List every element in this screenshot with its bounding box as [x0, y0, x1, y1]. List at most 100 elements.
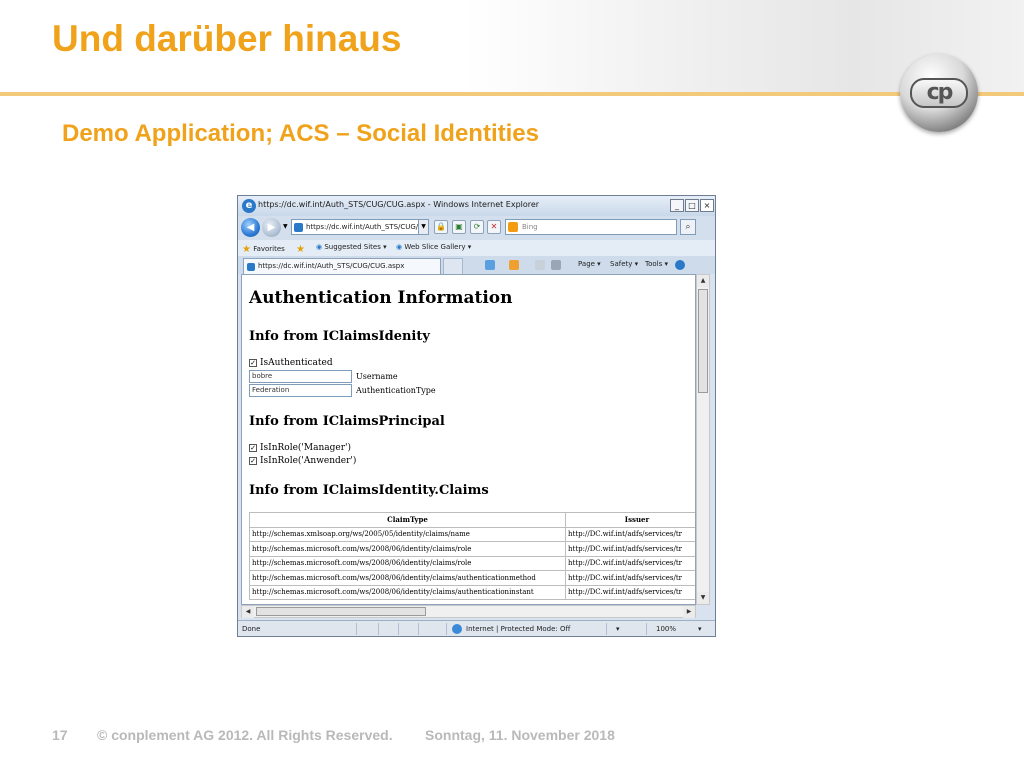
- back-button[interactable]: ◀: [241, 218, 260, 237]
- claimtype-cell: http://schemas.microsoft.com/ws/2008/06/…: [249, 541, 566, 557]
- address-text: https://dc.wif.int/Auth_STS/CUG/: [306, 223, 419, 231]
- claimtype-cell: http://schemas.microsoft.com/ws/2008/06/…: [249, 570, 566, 586]
- page-content: Authentication Information Info from ICl…: [241, 274, 696, 605]
- horizontal-scrollbar[interactable]: ◀ ▶: [241, 605, 696, 618]
- search-input[interactable]: Bing: [505, 219, 677, 235]
- role-anwender-row: ✓ IsInRole('Anwender'): [249, 456, 356, 466]
- zoom-dropdown-icon[interactable]: ▾: [698, 625, 702, 633]
- bing-logo-icon: [508, 222, 518, 232]
- role-manager-checkbox[interactable]: ✓: [249, 443, 257, 452]
- window-title: https://dc.wif.int/Auth_STS/CUG/CUG.aspx…: [258, 200, 540, 209]
- slide-subtitle: Demo Application; ACS – Social Identitie…: [62, 120, 539, 147]
- maximize-button[interactable]: □: [685, 199, 699, 212]
- favorites-item-suggested-sites[interactable]: ◉ Suggested Sites ▾: [316, 243, 387, 251]
- scroll-down-icon[interactable]: ▼: [697, 592, 709, 604]
- favorites-item-web-slice-gallery[interactable]: ◉ Web Slice Gallery ▾: [396, 243, 471, 251]
- protected-mode-icon[interactable]: ▾: [616, 625, 620, 633]
- minimize-button[interactable]: _: [670, 199, 684, 212]
- security-zone-text[interactable]: Internet | Protected Mode: Off: [466, 625, 570, 633]
- copyright-notice: © conplement AG 2012. All Rights Reserve…: [97, 727, 393, 743]
- status-divider: [606, 623, 607, 635]
- forward-button[interactable]: ▶: [262, 218, 281, 237]
- claims-table: ClaimType Issuer http://schemas.xmlsoap.…: [249, 512, 695, 600]
- print-icon[interactable]: [551, 260, 561, 270]
- slide-date: Sonntag, 11. November 2018: [425, 727, 615, 743]
- status-divider: [446, 623, 447, 635]
- page-heading: Authentication Information: [249, 288, 513, 308]
- compatibility-icon[interactable]: ▣: [452, 220, 466, 234]
- stop-icon[interactable]: ✕: [487, 220, 501, 234]
- username-label: Username: [356, 372, 398, 381]
- company-logo: cp: [900, 54, 978, 132]
- new-tab-button[interactable]: [443, 258, 463, 274]
- favorites-button[interactable]: ★ Favorites: [242, 243, 285, 255]
- issuer-cell: http://DC.wif.int/adfs/services/tr: [565, 555, 695, 571]
- search-icon[interactable]: ⌕: [680, 219, 696, 235]
- tab-title: https://dc.wif.int/Auth_STS/CUG/CUG.aspx: [258, 262, 405, 270]
- feeds-icon[interactable]: [509, 260, 519, 270]
- claimtype-cell: http://schemas.microsoft.com/ws/2008/06/…: [249, 584, 566, 600]
- status-divider: [418, 623, 419, 635]
- tab-bar: https://dc.wif.int/Auth_STS/CUG/CUG.aspx…: [238, 256, 715, 274]
- title-divider: [0, 92, 1024, 96]
- close-button[interactable]: ×: [700, 199, 714, 212]
- favorites-label: Favorites: [253, 245, 285, 253]
- authentication-type-label: AuthenticationType: [356, 386, 436, 395]
- scroll-up-icon[interactable]: ▲: [697, 275, 709, 287]
- window-titlebar: e https://dc.wif.int/Auth_STS/CUG/CUG.as…: [238, 196, 715, 216]
- internet-zone-icon: [452, 624, 462, 634]
- vertical-scroll-thumb[interactable]: [698, 289, 708, 393]
- table-row: http://schemas.microsoft.com/ws/2008/06/…: [249, 570, 695, 586]
- safety-menu[interactable]: Safety ▾: [610, 260, 638, 268]
- mail-icon[interactable]: [535, 260, 545, 270]
- table-row: http://schemas.microsoft.com/ws/2008/06/…: [249, 584, 695, 600]
- navigation-bar: ◀ ▶ ▼ https://dc.wif.int/Auth_STS/CUG/ ▼…: [238, 216, 715, 240]
- status-divider: [378, 623, 379, 635]
- address-bar[interactable]: https://dc.wif.int/Auth_STS/CUG/: [291, 219, 429, 235]
- web-slice-gallery-label: Web Slice Gallery ▾: [404, 243, 472, 251]
- page-icon: [294, 223, 303, 232]
- issuer-cell: http://DC.wif.int/adfs/services/tr: [565, 570, 695, 586]
- address-dropdown-icon[interactable]: ▼: [418, 219, 429, 235]
- claimtype-cell: http://schemas.xmlsoap.org/ws/2005/05/id…: [249, 526, 566, 542]
- zoom-level[interactable]: 100%: [656, 625, 676, 633]
- table-row: http://schemas.microsoft.com/ws/2008/06/…: [249, 555, 695, 571]
- table-row: http://schemas.xmlsoap.org/ws/2005/05/id…: [249, 526, 695, 542]
- browser-window: e https://dc.wif.int/Auth_STS/CUG/CUG.as…: [237, 195, 716, 637]
- tools-menu[interactable]: Tools ▾: [645, 260, 668, 268]
- scroll-right-icon[interactable]: ▶: [683, 606, 695, 618]
- issuer-cell: http://DC.wif.int/adfs/services/tr: [565, 584, 695, 600]
- browser-tab[interactable]: https://dc.wif.int/Auth_STS/CUG/CUG.aspx: [243, 258, 441, 274]
- column-header-issuer: Issuer: [565, 512, 695, 528]
- scroll-left-icon[interactable]: ◀: [242, 606, 254, 618]
- logo-badge: cp: [910, 78, 968, 108]
- is-authenticated-label: IsAuthenticated: [260, 358, 333, 368]
- favorites-bar: ★ Favorites ★ ◉ Suggested Sites ▾ ◉ Web …: [238, 240, 715, 256]
- horizontal-scroll-thumb[interactable]: [256, 607, 426, 616]
- page-menu[interactable]: Page ▾: [578, 260, 601, 268]
- status-divider: [398, 623, 399, 635]
- home-icon[interactable]: [485, 260, 495, 270]
- refresh-icon[interactable]: ⟳: [470, 220, 484, 234]
- status-divider: [356, 623, 357, 635]
- logo-text: cp: [926, 80, 954, 105]
- status-text: Done: [242, 625, 261, 633]
- section-heading-claims: Info from IClaimsIdentity.Claims: [249, 483, 489, 498]
- role-manager-label: IsInRole('Manager'): [260, 443, 352, 453]
- history-dropdown-icon[interactable]: ▼: [283, 223, 288, 230]
- issuer-cell: http://DC.wif.int/adfs/services/tr: [565, 541, 695, 557]
- is-authenticated-checkbox[interactable]: ✓: [249, 358, 257, 367]
- suggested-sites-label: Suggested Sites ▾: [324, 243, 387, 251]
- vertical-scrollbar[interactable]: ▲ ▼: [696, 274, 710, 605]
- issuer-cell: http://DC.wif.int/adfs/services/tr: [565, 526, 695, 542]
- status-bar: Done Internet | Protected Mode: Off ▾ 10…: [238, 620, 715, 636]
- status-divider: [646, 623, 647, 635]
- authentication-type-field[interactable]: Federation: [249, 384, 352, 397]
- lock-icon[interactable]: 🔒: [434, 220, 448, 234]
- role-manager-row: ✓ IsInRole('Manager'): [249, 443, 351, 453]
- help-icon[interactable]: [675, 260, 685, 270]
- add-favorites-icon[interactable]: ★: [296, 243, 305, 255]
- favorites-star-icon: ★: [242, 244, 251, 255]
- username-field[interactable]: bobre: [249, 370, 352, 383]
- role-anwender-checkbox[interactable]: ✓: [249, 456, 257, 465]
